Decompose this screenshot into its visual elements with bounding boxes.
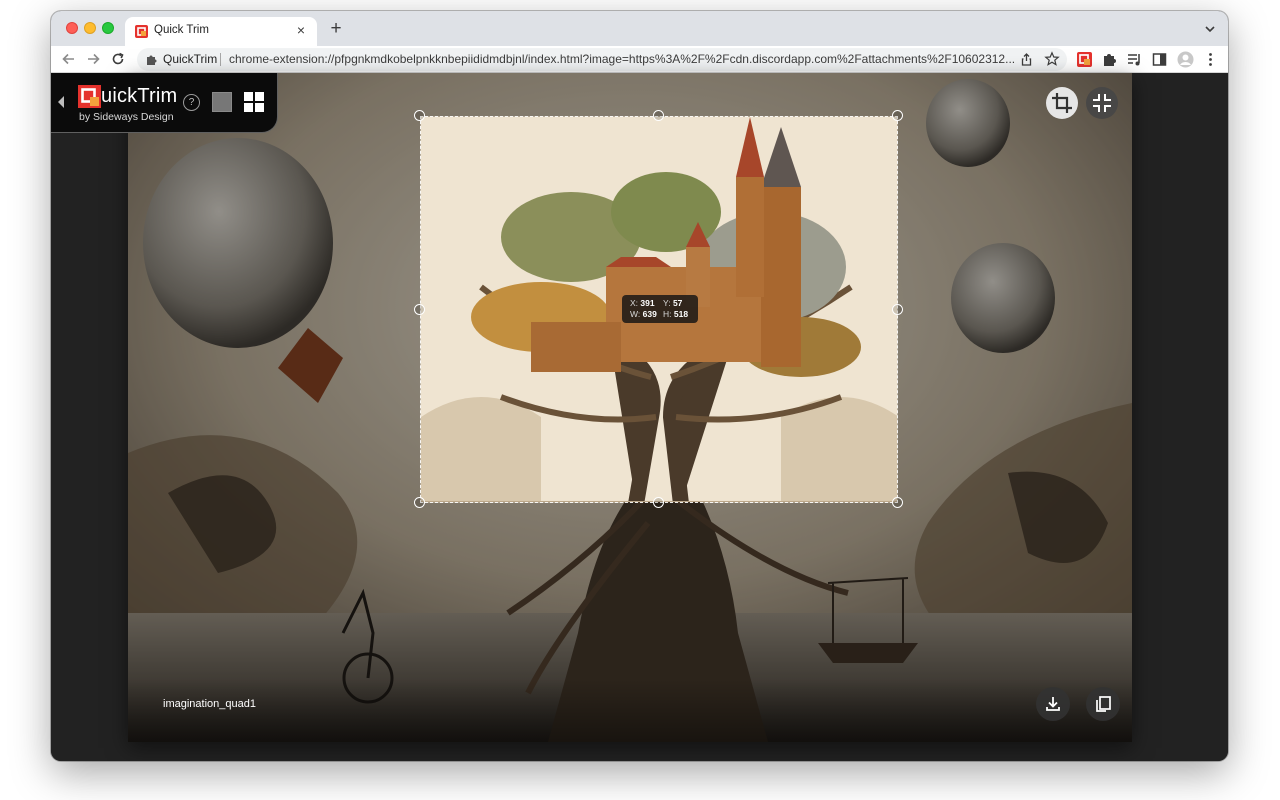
reload-icon[interactable]: [109, 50, 127, 68]
h-label: H:: [663, 309, 672, 319]
side-panel-icon[interactable]: [1151, 51, 1168, 68]
window-close-button[interactable]: [66, 22, 78, 34]
quicktrim-control-panel: uickTrim by Sideways Design ?: [51, 73, 278, 133]
selection-dimensions-tooltip: X: 391 Y: 57 W: 639 H: 518: [622, 295, 698, 323]
app-name: uickTrim: [101, 85, 178, 107]
share-icon[interactable]: [1019, 52, 1034, 67]
forward-arrow-icon[interactable]: [84, 50, 102, 68]
download-icon: [1046, 697, 1060, 711]
w-label: W:: [630, 309, 641, 319]
window-maximize-button[interactable]: [102, 22, 114, 34]
crop-handle-top-left[interactable]: [414, 110, 425, 121]
crop-mask-left: [128, 116, 420, 503]
crop-handle-top[interactable]: [653, 110, 664, 121]
crop-handle-bottom-right[interactable]: [892, 497, 903, 508]
crop-icon: [1052, 93, 1072, 113]
crop-handle-bottom[interactable]: [653, 497, 664, 508]
menu-dots-icon[interactable]: [1202, 51, 1219, 68]
image-caption-bar: [128, 679, 1132, 742]
tab-quick-trim[interactable]: Quick Trim ×: [125, 17, 317, 46]
browser-toolbar: QuickTrim chrome-extension://pfpgnkmdkob…: [51, 46, 1228, 73]
bookmark-star-icon[interactable]: [1044, 51, 1060, 67]
copy-icon: [1096, 696, 1111, 712]
browser-window: Quick Trim × + QuickTrim chrome-extensio…: [51, 11, 1228, 761]
back-arrow-icon[interactable]: [60, 50, 78, 68]
tab-close-icon[interactable]: ×: [293, 22, 309, 38]
crop-mask-top: [128, 73, 1132, 116]
crop-handle-right[interactable]: [892, 304, 903, 315]
media-queue-icon[interactable]: [1126, 51, 1143, 68]
site-name: QuickTrim: [163, 52, 218, 66]
crop-handle-left[interactable]: [414, 304, 425, 315]
new-tab-button[interactable]: +: [327, 19, 345, 38]
profile-avatar-icon[interactable]: [1177, 51, 1194, 68]
quicktrim-app: X: 391 Y: 57 W: 639 H: 518 imagination_qua…: [51, 73, 1228, 761]
collapse-arrows-icon: [1093, 94, 1111, 112]
source-image: X: 391 Y: 57 W: 639 H: 518 imagination_qua…: [128, 73, 1132, 742]
tab-bar: Quick Trim × +: [51, 11, 1228, 46]
quicktrim-favicon-icon: [135, 25, 148, 38]
x-label: X:: [630, 298, 639, 308]
omnibox-divider: [220, 53, 221, 66]
w-value: 639: [642, 309, 657, 319]
image-filename: imagination_quad1: [163, 698, 256, 710]
quicktrim-logo-icon: [78, 85, 101, 108]
url-text[interactable]: chrome-extension://pfpgnkmdkobelpnkknbep…: [229, 52, 1016, 66]
grid-view-icon[interactable]: [244, 92, 264, 112]
tab-title: Quick Trim: [154, 24, 209, 36]
x-value: 391: [640, 298, 655, 308]
y-value: 57: [672, 298, 683, 308]
y-label: Y:: [663, 298, 671, 308]
address-bar[interactable]: QuickTrim chrome-extension://pfpgnkmdkob…: [137, 48, 1067, 71]
single-view-icon[interactable]: [212, 92, 232, 112]
tab-search-chevron-icon[interactable]: [1202, 21, 1218, 37]
crop-mask-right: [898, 116, 1132, 503]
extension-puzzle-icon: [147, 55, 157, 65]
collapse-button[interactable]: [1086, 87, 1118, 119]
panel-collapse-icon[interactable]: [56, 95, 66, 109]
extensions-puzzle-icon[interactable]: [1101, 51, 1118, 68]
crop-handle-bottom-left[interactable]: [414, 497, 425, 508]
crop-tool-button[interactable]: [1046, 87, 1078, 119]
help-icon[interactable]: ?: [183, 94, 200, 111]
window-minimize-button[interactable]: [84, 22, 96, 34]
h-value: 518: [673, 309, 689, 319]
download-button[interactable]: [1036, 687, 1070, 721]
quicktrim-extension-icon[interactable]: [1076, 51, 1093, 68]
copy-button[interactable]: [1086, 687, 1120, 721]
crop-handle-top-right[interactable]: [892, 110, 903, 121]
app-byline: by Sideways Design: [79, 111, 174, 123]
